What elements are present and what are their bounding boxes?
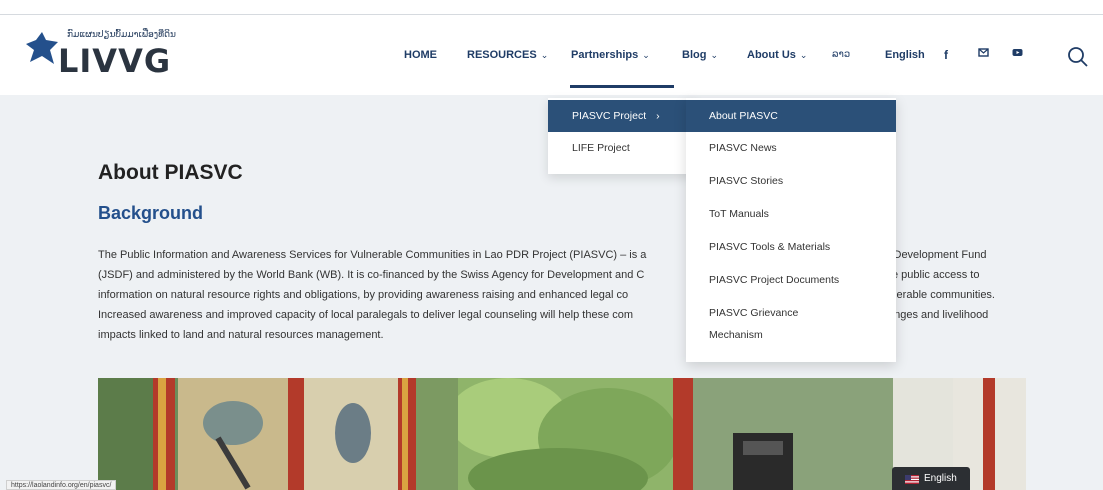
logo-lao-text: ກົມແຜນປຽນບົ້ມມາເຟື່ອງທີ່ດິນ bbox=[67, 30, 176, 40]
piasvc-submenu: About PIASVC PIASVC News PIASVC Stories … bbox=[686, 98, 896, 362]
email-icon[interactable] bbox=[978, 47, 989, 61]
menu-item-piasvc-project[interactable]: PIASVC Project › bbox=[548, 100, 696, 132]
nav-home[interactable]: HOME bbox=[404, 49, 437, 61]
nav-blog-label: Blog bbox=[682, 49, 707, 61]
partnerships-dropdown: PIASVC Project › LIFE Project bbox=[548, 98, 696, 174]
top-strip bbox=[0, 0, 1103, 15]
nav-resources[interactable]: RESOURCES ⌄ bbox=[467, 49, 548, 61]
nav-resources-label: RESOURCES bbox=[467, 49, 537, 61]
chevron-down-icon: ⌄ bbox=[642, 50, 650, 60]
youtube-shape bbox=[1012, 49, 1023, 56]
submenu-item-tools-materials[interactable]: PIASVC Tools & Materials bbox=[686, 231, 896, 264]
photo-gallery bbox=[98, 378, 1026, 490]
nav-blog[interactable]: Blog ⌄ bbox=[682, 49, 718, 61]
nav-lang-lao[interactable]: ລາວ bbox=[832, 49, 850, 60]
submenu-item-tot-manuals[interactable]: ToT Manuals bbox=[686, 198, 896, 231]
status-bar-url: https://laolandinfo.org/en/piasvc/ bbox=[6, 480, 117, 490]
language-switcher-widget[interactable]: English bbox=[892, 467, 970, 490]
garden-photo[interactable] bbox=[458, 378, 673, 490]
menu-item-life-project[interactable]: LIFE Project bbox=[548, 132, 696, 164]
chevron-down-icon: ⌄ bbox=[710, 50, 718, 60]
nav-about-us-label: About Us bbox=[747, 49, 796, 61]
submenu-item-about-piasvc[interactable]: About PIASVC bbox=[686, 100, 896, 132]
page-title: About PIASVC bbox=[98, 161, 243, 184]
submenu-item-grievance-mechanism[interactable]: PIASVC Grievance Mechanism bbox=[686, 302, 896, 346]
active-nav-indicator bbox=[570, 85, 674, 88]
nav-lang-english[interactable]: English bbox=[885, 49, 925, 61]
envelope-shape bbox=[978, 48, 989, 57]
mural-photo[interactable] bbox=[98, 378, 458, 490]
us-flag-icon bbox=[905, 475, 919, 484]
nav-about-us[interactable]: About Us ⌄ bbox=[747, 49, 807, 61]
submenu-item-project-documents[interactable]: PIASVC Project Documents bbox=[686, 264, 896, 297]
submenu-label-line: Mechanism bbox=[709, 329, 763, 341]
chevron-down-icon: ⌄ bbox=[540, 50, 549, 60]
chevron-right-icon: › bbox=[656, 110, 660, 122]
site-header: ກົມແຜນປຽນບົ້ມມາເຟື່ອງທີ່ດິນ LIVVG HOME R… bbox=[0, 15, 1103, 95]
logo-wordmark: LIVVG bbox=[58, 42, 172, 80]
site-logo[interactable]: ກົມແຜນປຽນບົ້ມມາເຟື່ອງທີ່ດິນ LIVVG bbox=[22, 24, 192, 84]
nav-partnerships[interactable]: Partnerships ⌄ bbox=[571, 49, 650, 61]
section-heading: Background bbox=[98, 203, 204, 223]
search-icon[interactable] bbox=[1066, 45, 1090, 69]
nav-partnerships-label: Partnerships bbox=[571, 49, 639, 61]
language-label: English bbox=[924, 473, 957, 484]
submenu-item-piasvc-stories[interactable]: PIASVC Stories bbox=[686, 165, 896, 198]
submenu-label-line: PIASVC Grievance bbox=[709, 307, 799, 319]
youtube-icon[interactable] bbox=[1012, 47, 1023, 61]
chevron-down-icon: ⌄ bbox=[799, 50, 808, 60]
submenu-item-piasvc-news[interactable]: PIASVC News bbox=[686, 132, 896, 165]
logo-mark-icon bbox=[26, 32, 58, 64]
speaker-photo[interactable] bbox=[673, 378, 1026, 490]
facebook-icon[interactable]: f bbox=[944, 48, 948, 62]
